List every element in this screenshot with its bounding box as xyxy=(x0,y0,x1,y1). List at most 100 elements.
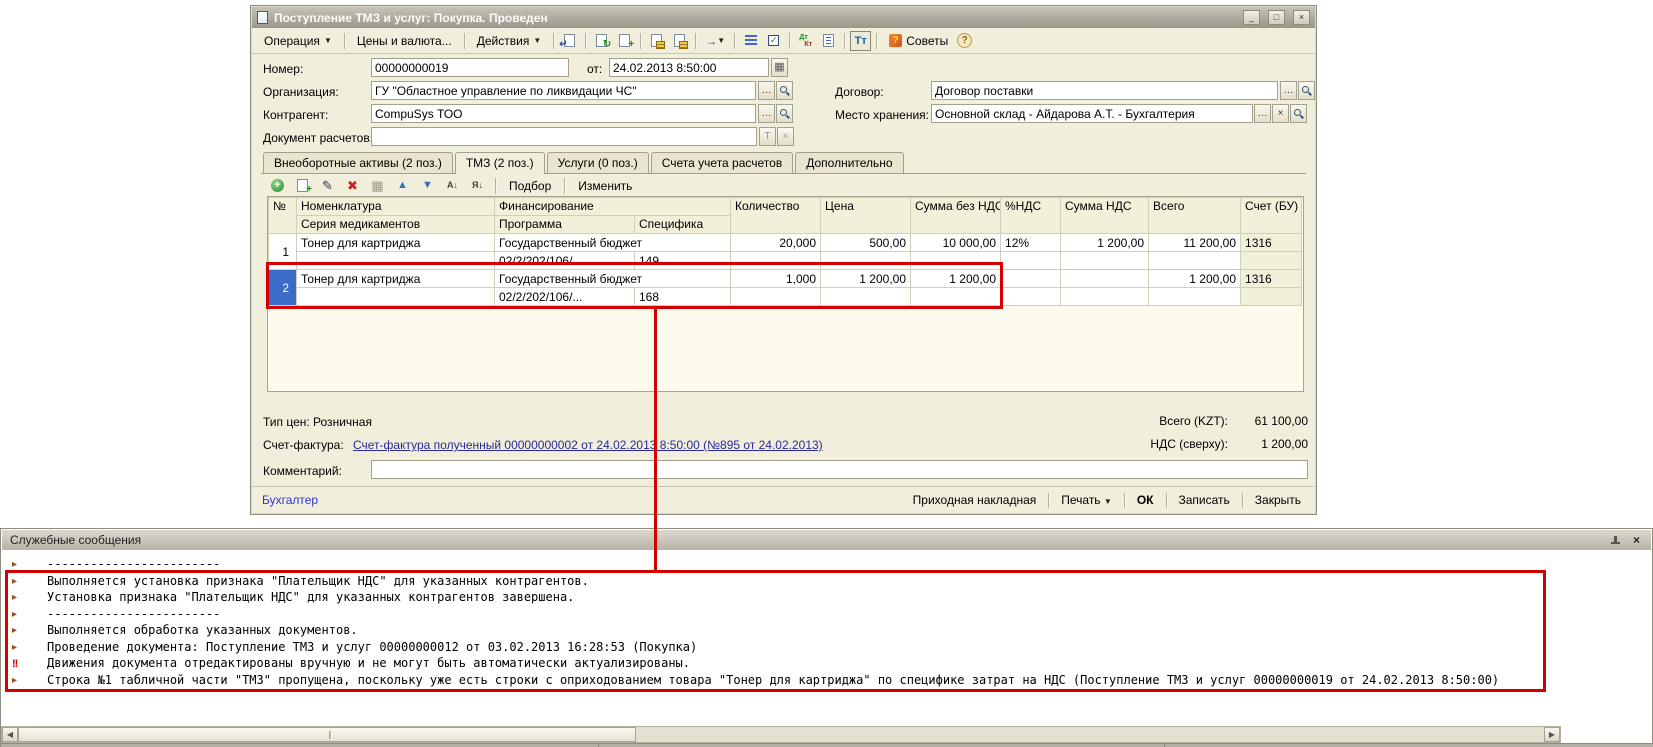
close-doc-button[interactable]: Закрыть xyxy=(1251,491,1305,509)
cell-program[interactable]: 02/2/202/106/... xyxy=(495,288,635,306)
organization-input[interactable] xyxy=(371,81,756,100)
grid-row-2-selected[interactable]: 2 Тонер для картриджа Государственный бю… xyxy=(269,270,1302,288)
sort-asc-icon[interactable]: А↓ xyxy=(442,176,463,196)
movements-report-icon[interactable] xyxy=(818,31,839,51)
ellipsis-icon[interactable]: … xyxy=(1254,104,1271,123)
comment-input[interactable] xyxy=(371,460,1308,479)
cell-price[interactable]: 500,00 xyxy=(821,234,911,252)
ellipsis-icon[interactable]: … xyxy=(758,81,775,100)
scroll-right-icon[interactable]: ▶ xyxy=(1544,727,1560,742)
tab-services[interactable]: Услуги (0 поз.) xyxy=(547,152,649,173)
maximize-button[interactable]: □ xyxy=(1268,10,1285,25)
date-input[interactable] xyxy=(609,58,769,77)
receipt-invoice-button[interactable]: Приходная накладная xyxy=(909,491,1041,509)
minimize-button[interactable]: _ xyxy=(1243,10,1260,25)
cell-account[interactable]: 1316 xyxy=(1241,270,1302,288)
contractor-input[interactable] xyxy=(371,104,756,123)
message-line[interactable]: Выполняется обработка указанных документ… xyxy=(2,622,1651,639)
cell-program[interactable]: 02/2/202/106/ xyxy=(495,252,635,270)
edit-row-icon[interactable]: ✎ xyxy=(317,176,338,196)
settlement-doc-input[interactable] xyxy=(371,127,757,146)
tab-additional[interactable]: Дополнительно xyxy=(795,152,903,173)
go-to-icon[interactable]: ↵ xyxy=(559,31,580,51)
cell-account[interactable]: 1316 xyxy=(1241,234,1302,252)
cell-vat-sum[interactable]: 1 200,00 xyxy=(1061,234,1149,252)
clear-x-icon[interactable]: × xyxy=(777,127,794,146)
add-copy-page-icon[interactable]: + xyxy=(614,31,635,51)
enter-based-on-icon[interactable]: →▼ xyxy=(701,31,729,51)
cell-sum-no-vat[interactable]: 1 200,00 xyxy=(911,270,1001,288)
magnifier-icon[interactable] xyxy=(776,81,793,100)
structure-icon[interactable] xyxy=(740,31,761,51)
horizontal-scrollbar[interactable]: ◀ ▶ xyxy=(1,726,1561,743)
cell-vat-percent[interactable]: 12% xyxy=(1001,234,1061,252)
move-up-icon[interactable]: ▲ xyxy=(392,176,413,196)
message-line[interactable]: Установка признака "Плательщик НДС" для … xyxy=(2,589,1651,606)
message-line[interactable]: ------------------------ xyxy=(2,556,1651,573)
check-marks-icon[interactable]: ✓ xyxy=(763,31,784,51)
calendar-icon[interactable]: ▦ xyxy=(771,58,788,77)
cell-qty[interactable]: 20,000 xyxy=(731,234,821,252)
responsible-link[interactable]: Бухгалтер xyxy=(262,493,318,507)
grid-row-1[interactable]: 1 Тонер для картриджа Государственный бю… xyxy=(269,234,1302,252)
cell-vat-sum[interactable] xyxy=(1061,270,1149,288)
grid-settings-icon[interactable]: ▦ xyxy=(367,176,388,196)
cell-price[interactable]: 1 200,00 xyxy=(821,270,911,288)
grid-row-2-sub[interactable]: 02/2/202/106/... 168 xyxy=(269,288,1302,306)
tab-settlement-accounts[interactable]: Счета учета расчетов xyxy=(651,152,793,173)
help-icon[interactable]: ? xyxy=(957,33,972,48)
cell-series[interactable] xyxy=(297,252,495,270)
cell-financing[interactable]: Государственный бюджет xyxy=(495,234,731,252)
advice-button[interactable]: ?Советы xyxy=(882,31,955,51)
magnifier-icon[interactable] xyxy=(1290,104,1307,123)
print-button[interactable]: Печать ▼ xyxy=(1057,491,1116,509)
cell-nomenclature[interactable]: Тонер для картриджа xyxy=(297,234,495,252)
magnifier-icon[interactable] xyxy=(776,104,793,123)
type-t-icon[interactable]: Т xyxy=(759,127,776,146)
cell-series[interactable] xyxy=(297,288,495,306)
scrollbar-thumb[interactable] xyxy=(18,727,636,742)
prices-currency-button[interactable]: Цены и валюта... xyxy=(350,31,459,51)
message-line[interactable]: Проведение документа: Поступление ТМЗ и … xyxy=(2,639,1651,656)
ok-button[interactable]: ОК xyxy=(1133,491,1158,509)
money-out-icon[interactable] xyxy=(669,31,690,51)
cell-financing[interactable]: Государственный бюджет xyxy=(495,270,731,288)
warehouse-input[interactable] xyxy=(931,104,1253,123)
message-line[interactable]: Выполняется установка признака "Плательщ… xyxy=(2,573,1651,590)
money-in-icon[interactable] xyxy=(646,31,667,51)
cell-qty[interactable]: 1,000 xyxy=(731,270,821,288)
grid-row-1-sub[interactable]: 02/2/202/106/ 149 xyxy=(269,252,1302,270)
pick-button[interactable]: Подбор xyxy=(503,177,557,195)
actions-menu-button[interactable]: Действия▼ xyxy=(470,31,549,51)
description-toggle-icon[interactable]: Тт xyxy=(850,31,871,51)
add-copy-row-icon[interactable]: + xyxy=(292,176,313,196)
message-line[interactable]: Строка №1 табличной части "ТМЗ" пропущен… xyxy=(2,672,1651,689)
contract-input[interactable] xyxy=(931,81,1278,100)
sort-desc-icon[interactable]: Я↓ xyxy=(467,176,488,196)
refresh-icon[interactable]: ↻ xyxy=(591,31,612,51)
clear-x-icon[interactable]: × xyxy=(1272,104,1289,123)
ellipsis-icon[interactable]: … xyxy=(1280,81,1297,100)
close-messages-icon[interactable]: × xyxy=(1630,534,1643,547)
ellipsis-icon[interactable]: … xyxy=(758,104,775,123)
pin-icon[interactable] xyxy=(1609,534,1622,547)
scroll-left-icon[interactable]: ◀ xyxy=(2,727,18,742)
invoice-link[interactable]: Счет-фактура полученный 00000000002 от 2… xyxy=(353,437,823,453)
cell-vat-percent[interactable] xyxy=(1001,270,1061,288)
cell-specifics[interactable]: 168 xyxy=(635,288,731,306)
cell-specifics[interactable]: 149 xyxy=(635,252,731,270)
cell-total[interactable]: 11 200,00 xyxy=(1149,234,1241,252)
magnifier-icon[interactable] xyxy=(1298,81,1315,100)
cell-nomenclature[interactable]: Тонер для картриджа xyxy=(297,270,495,288)
add-row-icon[interactable]: + xyxy=(267,176,288,196)
operation-menu-button[interactable]: Операция▼ xyxy=(257,31,339,51)
cell-total[interactable]: 1 200,00 xyxy=(1149,270,1241,288)
message-line[interactable]: ------------------------ xyxy=(2,606,1651,623)
close-button[interactable]: × xyxy=(1293,10,1310,25)
postings-dtkt-icon[interactable]: ДтКт xyxy=(795,31,816,51)
move-down-icon[interactable]: ▼ xyxy=(417,176,438,196)
tab-fixed-assets[interactable]: Внеоборотные активы (2 поз.) xyxy=(263,152,453,173)
number-input[interactable] xyxy=(371,58,569,77)
save-button[interactable]: Записать xyxy=(1175,491,1234,509)
cell-sum-no-vat[interactable]: 10 000,00 xyxy=(911,234,1001,252)
